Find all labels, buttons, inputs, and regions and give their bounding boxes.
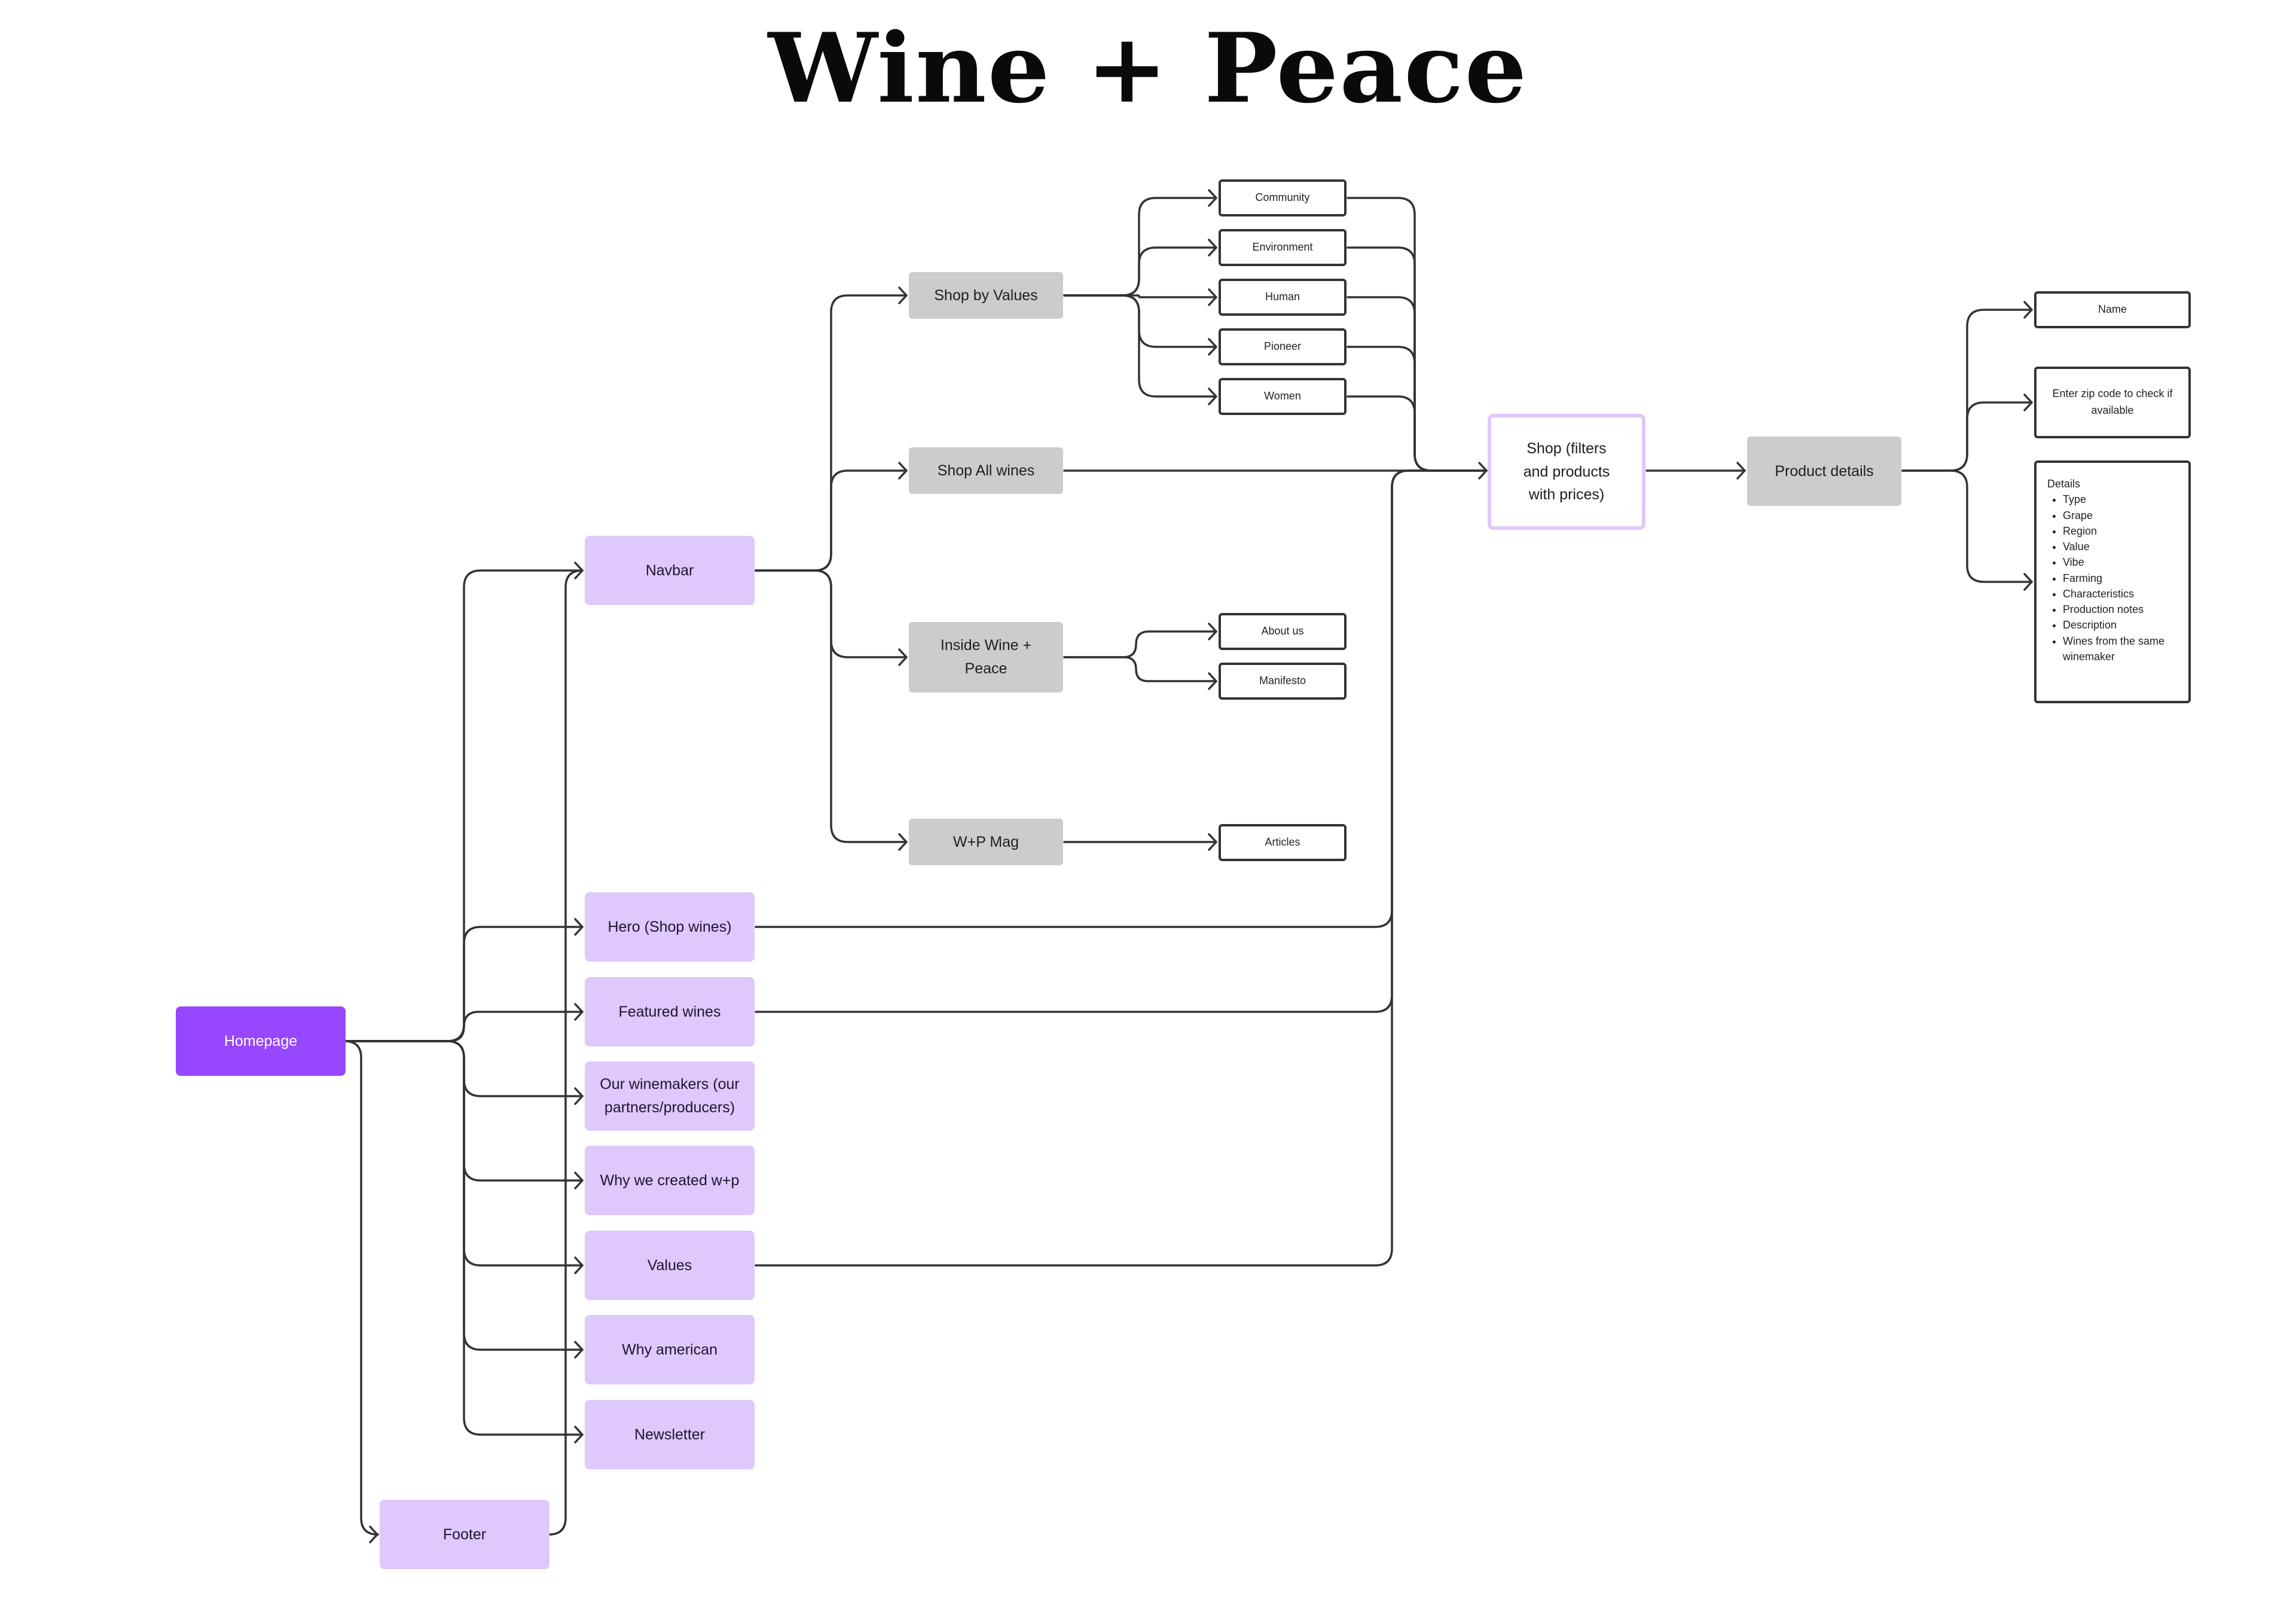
node-details[interactable]: Details Type Grape Region Value Vibe Far… [2034, 460, 2191, 703]
details-item: Farming [2063, 571, 2178, 586]
node-our-winemakers[interactable]: Our winemakers (our partners/producers) [585, 1061, 755, 1131]
node-community[interactable]: Community [1219, 179, 1347, 216]
node-manifesto[interactable]: Manifesto [1219, 663, 1347, 700]
details-item: Value [2063, 539, 2178, 554]
node-name[interactable]: Name [2034, 291, 2191, 328]
connector-section-shop [755, 469, 1488, 1267]
node-navbar[interactable]: Navbar [585, 536, 755, 605]
connector-homepage-section [346, 1040, 584, 1436]
node-environment[interactable]: Environment [1219, 229, 1347, 266]
details-item: Production notes [2063, 602, 2178, 617]
details-list: Type Grape Region Value Vibe Farming Cha… [2047, 492, 2178, 664]
node-women[interactable]: Women [1219, 378, 1347, 415]
connector-section-shop [755, 469, 1488, 1013]
connector-footer-navbar [548, 569, 584, 1536]
node-footer[interactable]: Footer [380, 1500, 549, 1569]
details-item: Description [2063, 617, 2178, 633]
node-product-details[interactable]: Product details [1747, 437, 1901, 506]
node-why-we-created[interactable]: Why we created w+p [585, 1146, 755, 1215]
node-wp-mag[interactable]: W+P Mag [909, 819, 1063, 865]
connector-category-shop [1347, 395, 1488, 472]
connector-product-child [1901, 401, 2033, 472]
connector-homepage-footer [343, 1040, 379, 1536]
node-homepage[interactable]: Homepage [176, 1006, 346, 1076]
node-pioneer[interactable]: Pioneer [1219, 328, 1347, 365]
node-shop[interactable]: Shop (filters and products with prices) [1488, 414, 1645, 530]
node-values[interactable]: Values [585, 1231, 755, 1300]
details-item: Type [2063, 492, 2178, 507]
connector-values-category [1063, 294, 1217, 348]
connector-inside-child [1063, 630, 1217, 658]
node-articles[interactable]: Articles [1219, 824, 1347, 861]
connector-category-shop [1347, 346, 1488, 472]
connector-category-shop [1347, 246, 1488, 472]
connector-category-shop [1347, 296, 1488, 472]
details-item: Vibe [2063, 554, 2178, 570]
details-item: Grape [2063, 508, 2178, 523]
connector-navbar-item [755, 569, 908, 843]
details-item: Characteristics [2063, 586, 2178, 602]
connector-layer [343, 189, 2033, 1543]
connector-product-child [1901, 469, 2033, 583]
node-shop-all-wines[interactable]: Shop All wines [909, 447, 1063, 494]
details-item: Region [2063, 523, 2178, 539]
connector-navbar-item [755, 469, 908, 572]
node-about-us[interactable]: About us [1219, 613, 1347, 650]
details-item: Wines from the same winemaker [2063, 633, 2178, 665]
node-human[interactable]: Human [1219, 279, 1347, 316]
connector-section-shop [755, 469, 1488, 928]
node-zip-code-check[interactable]: Enter zip code to check if available [2034, 367, 2191, 438]
connector-inside-child [1063, 656, 1217, 682]
node-featured-wines[interactable]: Featured wines [585, 977, 755, 1047]
node-inside-wine-peace[interactable]: Inside Wine + Peace [909, 622, 1063, 692]
node-shop-by-values[interactable]: Shop by Values [909, 272, 1063, 319]
connector-values-category [1063, 246, 1217, 297]
node-why-american[interactable]: Why american [585, 1315, 755, 1384]
details-heading: Details [2047, 478, 2081, 490]
sitemap-canvas: Wine + Peace Homepage Navbar Hero (Shop … [0, 0, 2296, 1623]
node-hero[interactable]: Hero (Shop wines) [585, 892, 755, 962]
connector-category-shop [1347, 197, 1488, 472]
node-newsletter[interactable]: Newsletter [585, 1400, 755, 1469]
